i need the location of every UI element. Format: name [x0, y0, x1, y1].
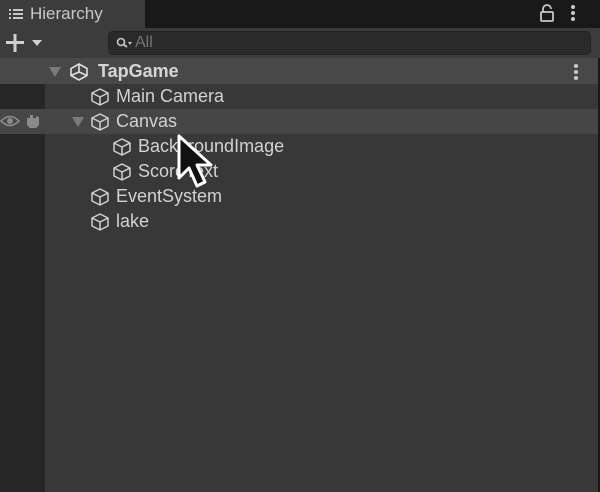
search-field[interactable]	[108, 31, 591, 55]
cube-icon	[91, 87, 109, 106]
tab-bar: Hierarchy	[0, 0, 600, 28]
chevron-down-icon	[32, 40, 42, 46]
cube-icon	[91, 187, 109, 206]
cube-icon	[91, 112, 109, 131]
cube-icon	[113, 162, 131, 181]
mouse-cursor-icon	[177, 134, 213, 188]
item-label: lake	[116, 211, 150, 231]
plus-icon	[6, 34, 24, 52]
cube-icon	[91, 212, 109, 231]
cube-icon	[113, 137, 131, 156]
search-input[interactable]	[135, 34, 575, 52]
tab-title: Hierarchy	[30, 4, 103, 23]
eye-icon[interactable]	[0, 113, 20, 129]
hand-icon[interactable]	[24, 112, 42, 130]
list-item[interactable]: lake	[90, 209, 149, 234]
panel-menu-icon[interactable]	[566, 3, 580, 23]
item-label: Main Camera	[116, 86, 225, 106]
scene-menu-icon[interactable]	[570, 62, 582, 82]
list-item[interactable]: Main Camera	[90, 84, 224, 109]
create-button[interactable]	[4, 31, 44, 55]
item-label: Canvas	[116, 111, 178, 131]
tab-hierarchy[interactable]: Hierarchy	[0, 0, 145, 28]
list-icon	[9, 9, 23, 19]
unity-scene-icon	[70, 62, 88, 81]
list-item[interactable]: Canvas	[90, 109, 177, 134]
scene-name: TapGame	[98, 61, 179, 81]
expand-arrow-icon[interactable]	[48, 66, 62, 78]
scene-item[interactable]: TapGame	[68, 59, 179, 84]
lock-icon[interactable]	[538, 4, 556, 22]
expand-arrow-icon[interactable]	[71, 116, 85, 128]
search-icon	[116, 37, 132, 48]
